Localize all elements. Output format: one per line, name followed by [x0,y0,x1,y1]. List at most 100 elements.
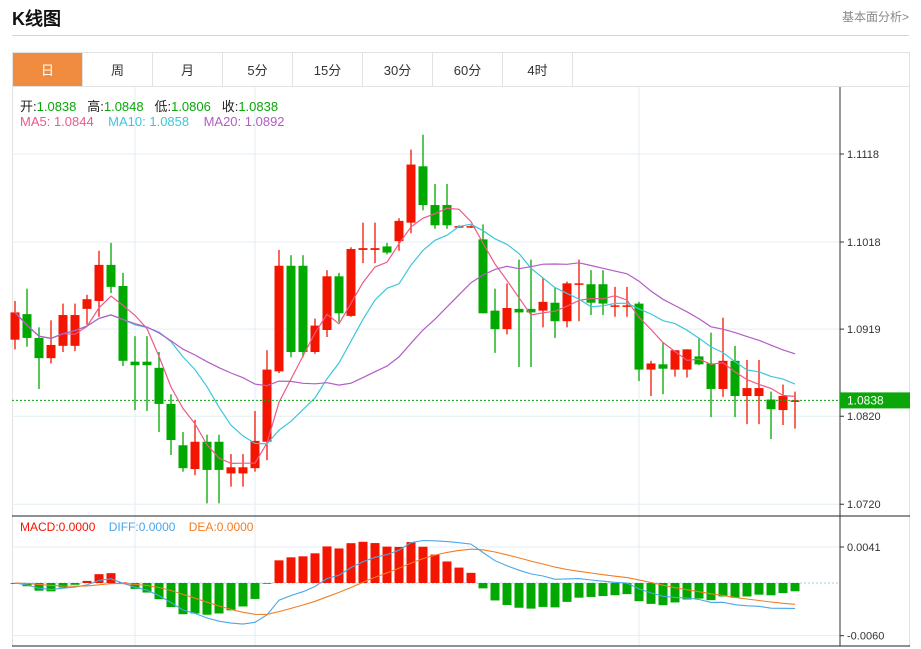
macd-bar [454,567,464,583]
candle-up [226,467,236,474]
low-value: 1.0806 [171,99,211,114]
macd-bar [478,583,488,589]
candle-up [394,220,404,242]
price-tick-label: 1.1118 [847,149,879,161]
ma5-line [14,207,796,465]
candle-up [778,396,788,411]
candle-down [178,445,188,469]
macd-bar [334,548,344,583]
close-label: 收: [221,99,239,114]
macd-bar [382,546,392,583]
macd-bar [466,572,476,583]
macd-bar [670,583,680,603]
dea-value: DEA:0.0000 [188,520,254,534]
macd-bar [766,583,776,596]
candle-up [754,388,764,396]
macd-bar [202,583,212,615]
candle-down [118,286,128,361]
candle-down [766,399,776,410]
macd-bar [502,583,512,605]
candle-down [598,284,608,304]
macd-bar [274,560,284,583]
candle-down [22,314,32,338]
macd-bar [82,580,92,583]
macd-bar [742,583,752,597]
macd-bar [58,583,68,588]
candle-down [166,403,176,440]
macd-tick-label: 0.0041 [847,542,881,554]
macd-bar [106,573,116,583]
macd-bar [682,583,692,600]
close-value: 1.0838 [238,99,279,114]
macd-bar [490,583,500,601]
high-label: 高: [87,99,104,114]
candle-down [658,364,668,369]
candle-down [130,361,140,366]
macd-legend: MACD:0.0000 DIFF:0.0000 DEA:0.0000 [20,520,253,534]
macd-bar [634,583,644,602]
macd-bar [778,583,788,594]
candle-up [346,249,356,316]
macd-bar [706,583,716,601]
price-tick-label: 1.1018 [847,237,881,249]
ma20-value: MA20: 1.0892 [203,114,285,129]
open-value: 1.0838 [36,99,77,114]
ma5-value: MA5: 1.0844 [20,114,94,129]
current-price-label: 1.0838 [847,393,884,407]
candle-down [286,265,296,352]
candle-up [562,283,572,322]
macd-bar [418,546,428,583]
macd-bar [286,557,296,583]
candle-down [106,264,116,287]
candle-down [34,337,44,359]
candle-up [574,283,584,285]
macd-bar [214,583,224,614]
candle-up [58,315,68,346]
candle-up [370,248,380,250]
ma10-value: MA10: 1.0858 [108,114,190,129]
macd-bar [310,553,320,583]
candle-down [202,441,212,470]
candle-up [190,441,200,470]
candle-down [298,265,308,352]
macd-bar [442,561,452,583]
price-tick-label: 1.0720 [847,499,881,511]
ma-legend: MA5: 1.0844 MA10: 1.0858 MA20: 1.0892 [20,114,285,129]
candle-up [322,276,332,330]
candle-down [214,441,224,470]
candle-up [274,265,284,372]
candle-up [250,440,260,469]
candle-down [418,166,428,206]
macd-bar [598,583,608,597]
high-value: 1.0848 [103,99,144,114]
candle-down [334,276,344,314]
candle-down [730,360,740,396]
candle-down [154,367,164,404]
candle-up [610,305,620,307]
low-label: 低: [154,99,172,114]
candle-up [646,363,656,370]
diff-line [14,539,796,625]
macd-bar [358,541,368,583]
candle-down [706,363,716,389]
macd-bar [166,583,176,608]
diff-value: DIFF:0.0000 [108,520,176,534]
open-label: 开: [20,99,37,114]
dea-line [14,548,796,615]
macd-bar [550,583,560,608]
macd-bar [586,583,596,597]
candle-up [358,248,368,250]
candle-down [382,246,392,253]
macd-bar [262,583,272,584]
macd-bar [790,583,800,592]
macd-bar [394,546,404,583]
macd-bar [562,583,572,602]
price-tick-label: 1.0820 [847,411,881,423]
macd-bar [226,583,236,611]
macd-value: MACD:0.0000 [20,520,96,534]
candle-down [490,310,500,330]
macd-bar [238,583,248,607]
macd-tick-label: -0.0060 [847,631,884,643]
macd-bar [70,583,80,585]
ohlc-legend: 开:1.0838 高:1.0848 低:1.0806 收:1.0838 [20,96,278,115]
